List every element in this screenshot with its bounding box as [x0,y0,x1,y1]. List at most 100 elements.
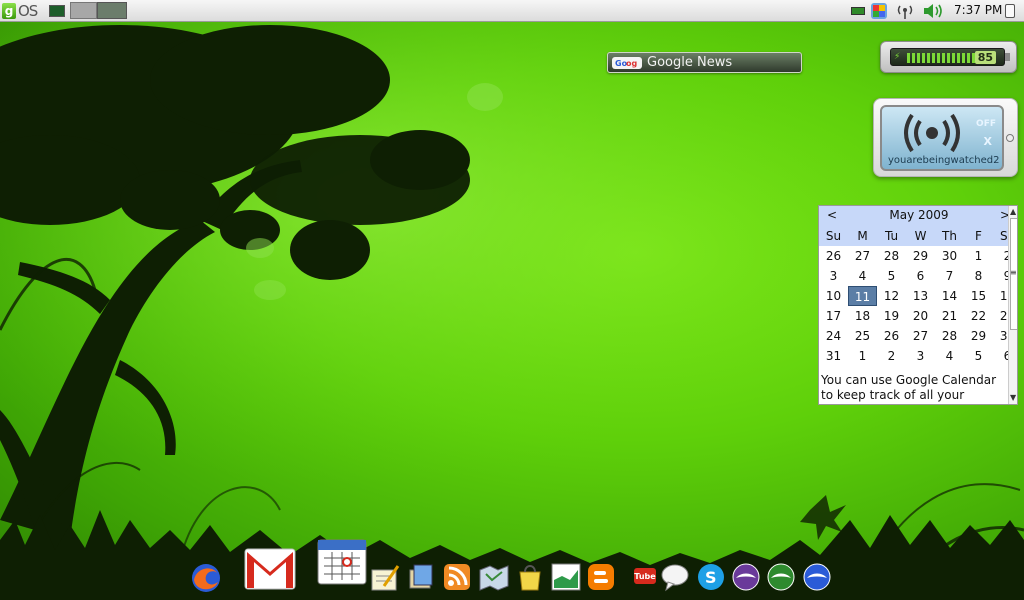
webcam-label: youarebeingwatched2 [888,155,1000,166]
calendar-month: May 2009 [889,208,949,222]
calendar-day[interactable]: 28 [935,326,964,346]
calendar-day[interactable]: 6 [906,266,935,286]
calendar-week: 3 4 5 6 7 8 9 [819,266,1017,286]
battery-tray-icon[interactable] [851,7,865,15]
blogger-icon[interactable] [586,562,616,592]
weekday-label: Tu [877,226,906,246]
calendar-day[interactable]: 24 [819,326,848,346]
scroll-up-icon[interactable]: ▲ [1010,207,1016,216]
battery-level-text: 85 [974,51,996,64]
battery-widget[interactable]: ⚡ 85 [880,41,1017,73]
clock[interactable]: 7:37 PM [954,3,1002,17]
workspace-1-button[interactable] [70,2,97,19]
calendar-day[interactable]: 12 [877,286,906,306]
svg-text:S: S [705,568,717,587]
calendar-day[interactable]: 22 [964,306,993,326]
scroll-grip-icon: ≡ [1010,268,1017,277]
calendar-day[interactable]: 31 [819,346,848,366]
calendar-scrollbar[interactable]: ▲ ≡ ▼ [1008,206,1017,404]
shopping-bag-icon[interactable] [516,562,544,592]
calendar-week: 10 11 12 13 14 15 16 [819,286,1017,306]
youtube-icon[interactable]: Tube [634,568,656,584]
calendar-day[interactable]: 8 [964,266,993,286]
calendar-day[interactable]: 10 [819,286,848,306]
webcam-toggle-knob[interactable] [1006,134,1014,142]
skype-icon[interactable]: S [696,562,726,592]
weekday-label: M [848,226,877,246]
calendar-day[interactable]: 25 [848,326,877,346]
calendar-day[interactable]: 19 [877,306,906,326]
battery-gauge: ⚡ 85 [890,48,1005,66]
calendar-day[interactable]: 27 [906,326,935,346]
top-panel: g OS 7:37 PM [0,0,1024,22]
calendar-day[interactable]: 20 [906,306,935,326]
calendar-day[interactable]: 4 [848,266,877,286]
gos-menu-button[interactable]: g OS [2,2,38,20]
gos-logo-icon: g [2,3,16,19]
calendar-header: May 2009 < > [819,206,1010,226]
openoffice-calc-icon[interactable] [766,562,796,592]
calendar-week: 17 18 19 20 21 22 23 [819,306,1017,326]
webcam-screen: OFF X youarebeingwatched2 [880,105,1004,171]
scroll-down-icon[interactable]: ▼ [1010,393,1016,402]
battery-tip [1005,53,1010,61]
calendar-day[interactable]: 4 [935,346,964,366]
svg-text:og: og [626,59,637,68]
webcam-close-button[interactable]: X [984,135,992,148]
google-calendar-icon[interactable] [316,538,368,586]
plug-icon: ⚡ [894,52,901,62]
webcam-status[interactable]: OFF [976,119,996,129]
maps-icon[interactable] [478,562,510,592]
notes-icon[interactable] [370,564,400,592]
calendar-day[interactable]: 26 [819,246,848,266]
wireless-tray-icon[interactable] [896,3,914,19]
calendar-day[interactable]: 3 [819,266,848,286]
calendar-day[interactable]: 3 [906,346,935,366]
calendar-week: 31 1 2 3 4 5 6 [819,346,1017,366]
calendar-day[interactable]: 26 [877,326,906,346]
calendar-day[interactable]: 29 [906,246,935,266]
calendar-week: 24 25 26 27 28 29 30 [819,326,1017,346]
openoffice-impress-icon[interactable] [802,562,832,592]
calendar-day[interactable]: 15 [964,286,993,306]
calendar-day[interactable]: 27 [848,246,877,266]
calendar-day[interactable]: 18 [848,306,877,326]
calendar-day[interactable]: 5 [877,266,906,286]
weekday-label: F [964,226,993,246]
calendar-day[interactable]: 14 [935,286,964,306]
workspace-2-button[interactable] [97,2,127,19]
chat-icon[interactable] [660,562,690,592]
weekday-label: Th [935,226,964,246]
volume-tray-icon[interactable] [922,3,944,19]
calendar-prev-button[interactable]: < [827,208,837,222]
spreadsheet-icon[interactable] [550,562,582,592]
calendar-day-today[interactable]: 11 [848,286,877,306]
calendar-day[interactable]: 17 [819,306,848,326]
calendar-day[interactable]: 2 [877,346,906,366]
google-news-icon: Go og [612,56,642,69]
google-news-widget[interactable]: Go og Google News [607,52,802,73]
calendar-day[interactable]: 1 [964,246,993,266]
calendar-day[interactable]: 13 [906,286,935,306]
gmail-icon[interactable] [244,548,296,590]
power-tray-icon[interactable] [1005,4,1015,18]
webcam-widget[interactable]: OFF X youarebeingwatched2 [873,98,1018,177]
calendar-week: 26 27 28 29 30 1 2 [819,246,1017,266]
calendar-day[interactable]: 30 [935,246,964,266]
broadcast-icon [904,113,960,153]
rss-reader-icon[interactable] [442,562,472,592]
calendar-day[interactable]: 7 [935,266,964,286]
show-desktop-icon[interactable] [49,5,65,17]
calendar-day[interactable]: 21 [935,306,964,326]
firefox-icon[interactable] [190,562,222,594]
battery-level-bar [907,53,984,63]
news-widget-title: Google News [647,55,733,70]
calendar-widget[interactable]: May 2009 < > Su M Tu W Th F Sa 26 27 28 … [818,205,1018,405]
documents-icon[interactable] [406,562,436,592]
calendar-day[interactable]: 5 [964,346,993,366]
calendar-day[interactable]: 1 [848,346,877,366]
calendar-day[interactable]: 29 [964,326,993,346]
calendar-day[interactable]: 28 [877,246,906,266]
openoffice-writer-icon[interactable] [731,562,761,592]
network-tray-icon[interactable] [870,2,888,20]
